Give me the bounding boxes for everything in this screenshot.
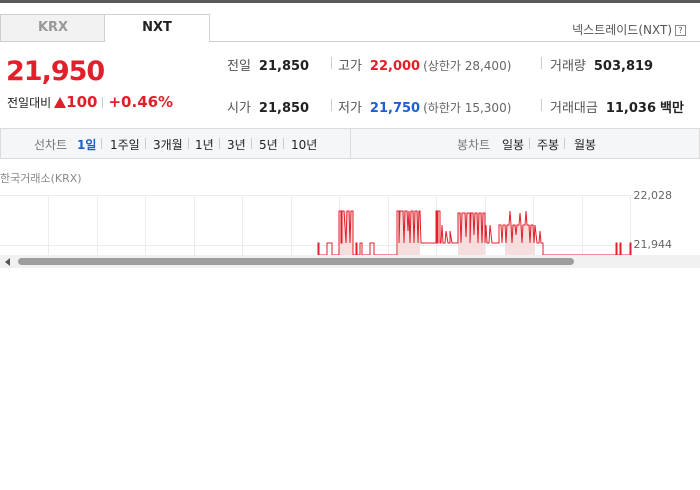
period-separator [101,138,102,149]
stat-value: 21,850 [258,59,310,74]
tab-krx[interactable]: KRX [0,14,105,42]
up-triangle-icon [54,97,67,108]
stat-value: 503,819 [593,59,654,74]
stat-divider [541,99,542,111]
change-value: 100 [66,93,98,111]
period-3y[interactable]: 3년 [227,136,246,153]
price-change: 전일대비 100 +0.46% [7,93,173,111]
chart-grid [0,195,631,255]
period-1d[interactable]: 1일 [77,136,96,153]
period-3m[interactable]: 3개월 [153,136,183,153]
scroll-left-arrow-icon[interactable] [5,258,10,266]
stat-sub: (하한가 15,300) [423,101,512,115]
stat-divider [331,99,332,111]
candle-chart-label: 봉차트 [457,138,491,152]
stat-unit: 백만 [660,101,684,116]
stat-volume: 거래량 503,819 [550,55,653,74]
period-bar-divider [350,129,351,158]
y-tick-high: 22,028 [633,189,673,202]
y-tick-low: 21,944 [633,238,673,251]
stat-amount: 거래대금 11,036 백만 [550,97,684,116]
change-separator [102,97,104,108]
stat-label: 시가 [227,101,251,116]
candle-weekly[interactable]: 주봉 [537,136,559,153]
stat-sub: (상한가 28,400) [423,59,512,73]
candle-monthly[interactable]: 월봉 [574,136,596,153]
stat-label: 전일 [227,59,251,74]
stat-value: 21,850 [258,101,310,116]
period-bar: 선차트 1일 1주일 3개월 1년 3년 5년 10년 봉차트 일봉 주봉 월봉 [0,128,700,159]
stat-divider [541,57,542,69]
exchange-label: 한국거래소(KRX) [0,172,82,185]
period-separator [188,138,189,149]
price-chart: 22,028 21,944 [0,189,700,256]
question-box-icon[interactable]: ? [675,25,686,36]
stat-low: 저가 21,750 (하한가 15,300) [338,97,511,116]
stat-label: 거래량 [550,59,586,74]
stat-high: 고가 22,000 (상한가 28,400) [338,55,511,74]
stat-value: 21,750 [369,101,421,116]
period-1w[interactable]: 1주일 [110,136,140,153]
current-price: 21,950 [6,56,105,87]
candle-daily[interactable]: 일봉 [502,136,524,153]
stat-value: 11,036 [605,101,657,116]
stat-divider [331,57,332,69]
line-chart-label: 선차트 [34,138,68,152]
period-separator [251,138,252,149]
nxt-info-link[interactable]: 넥스트레이드(NXT)? [572,21,686,38]
stat-value: 22,000 [369,59,421,74]
period-separator [529,138,530,149]
nxt-info-label: 넥스트레이드(NXT) [572,23,672,37]
period-separator [145,138,146,149]
period-10y[interactable]: 10년 [291,136,317,153]
stat-label: 거래대금 [550,101,598,116]
change-percent: +0.46% [108,93,174,111]
period-5y[interactable]: 5년 [259,136,278,153]
stat-label: 고가 [338,59,362,74]
chart-scrollbar-thumb[interactable] [18,258,574,265]
change-label: 전일대비 [7,96,52,110]
stat-label: 저가 [338,101,362,116]
top-border [0,0,700,3]
period-separator [283,138,284,149]
tab-nxt[interactable]: NXT [104,14,210,42]
tab-divider-mask [105,41,209,42]
period-1y[interactable]: 1년 [195,136,214,153]
stat-prev-close: 전일 21,850 [227,55,309,74]
price-chart-svg [0,195,632,256]
period-separator [219,138,220,149]
stat-open: 시가 21,850 [227,97,309,116]
period-separator [564,138,565,149]
